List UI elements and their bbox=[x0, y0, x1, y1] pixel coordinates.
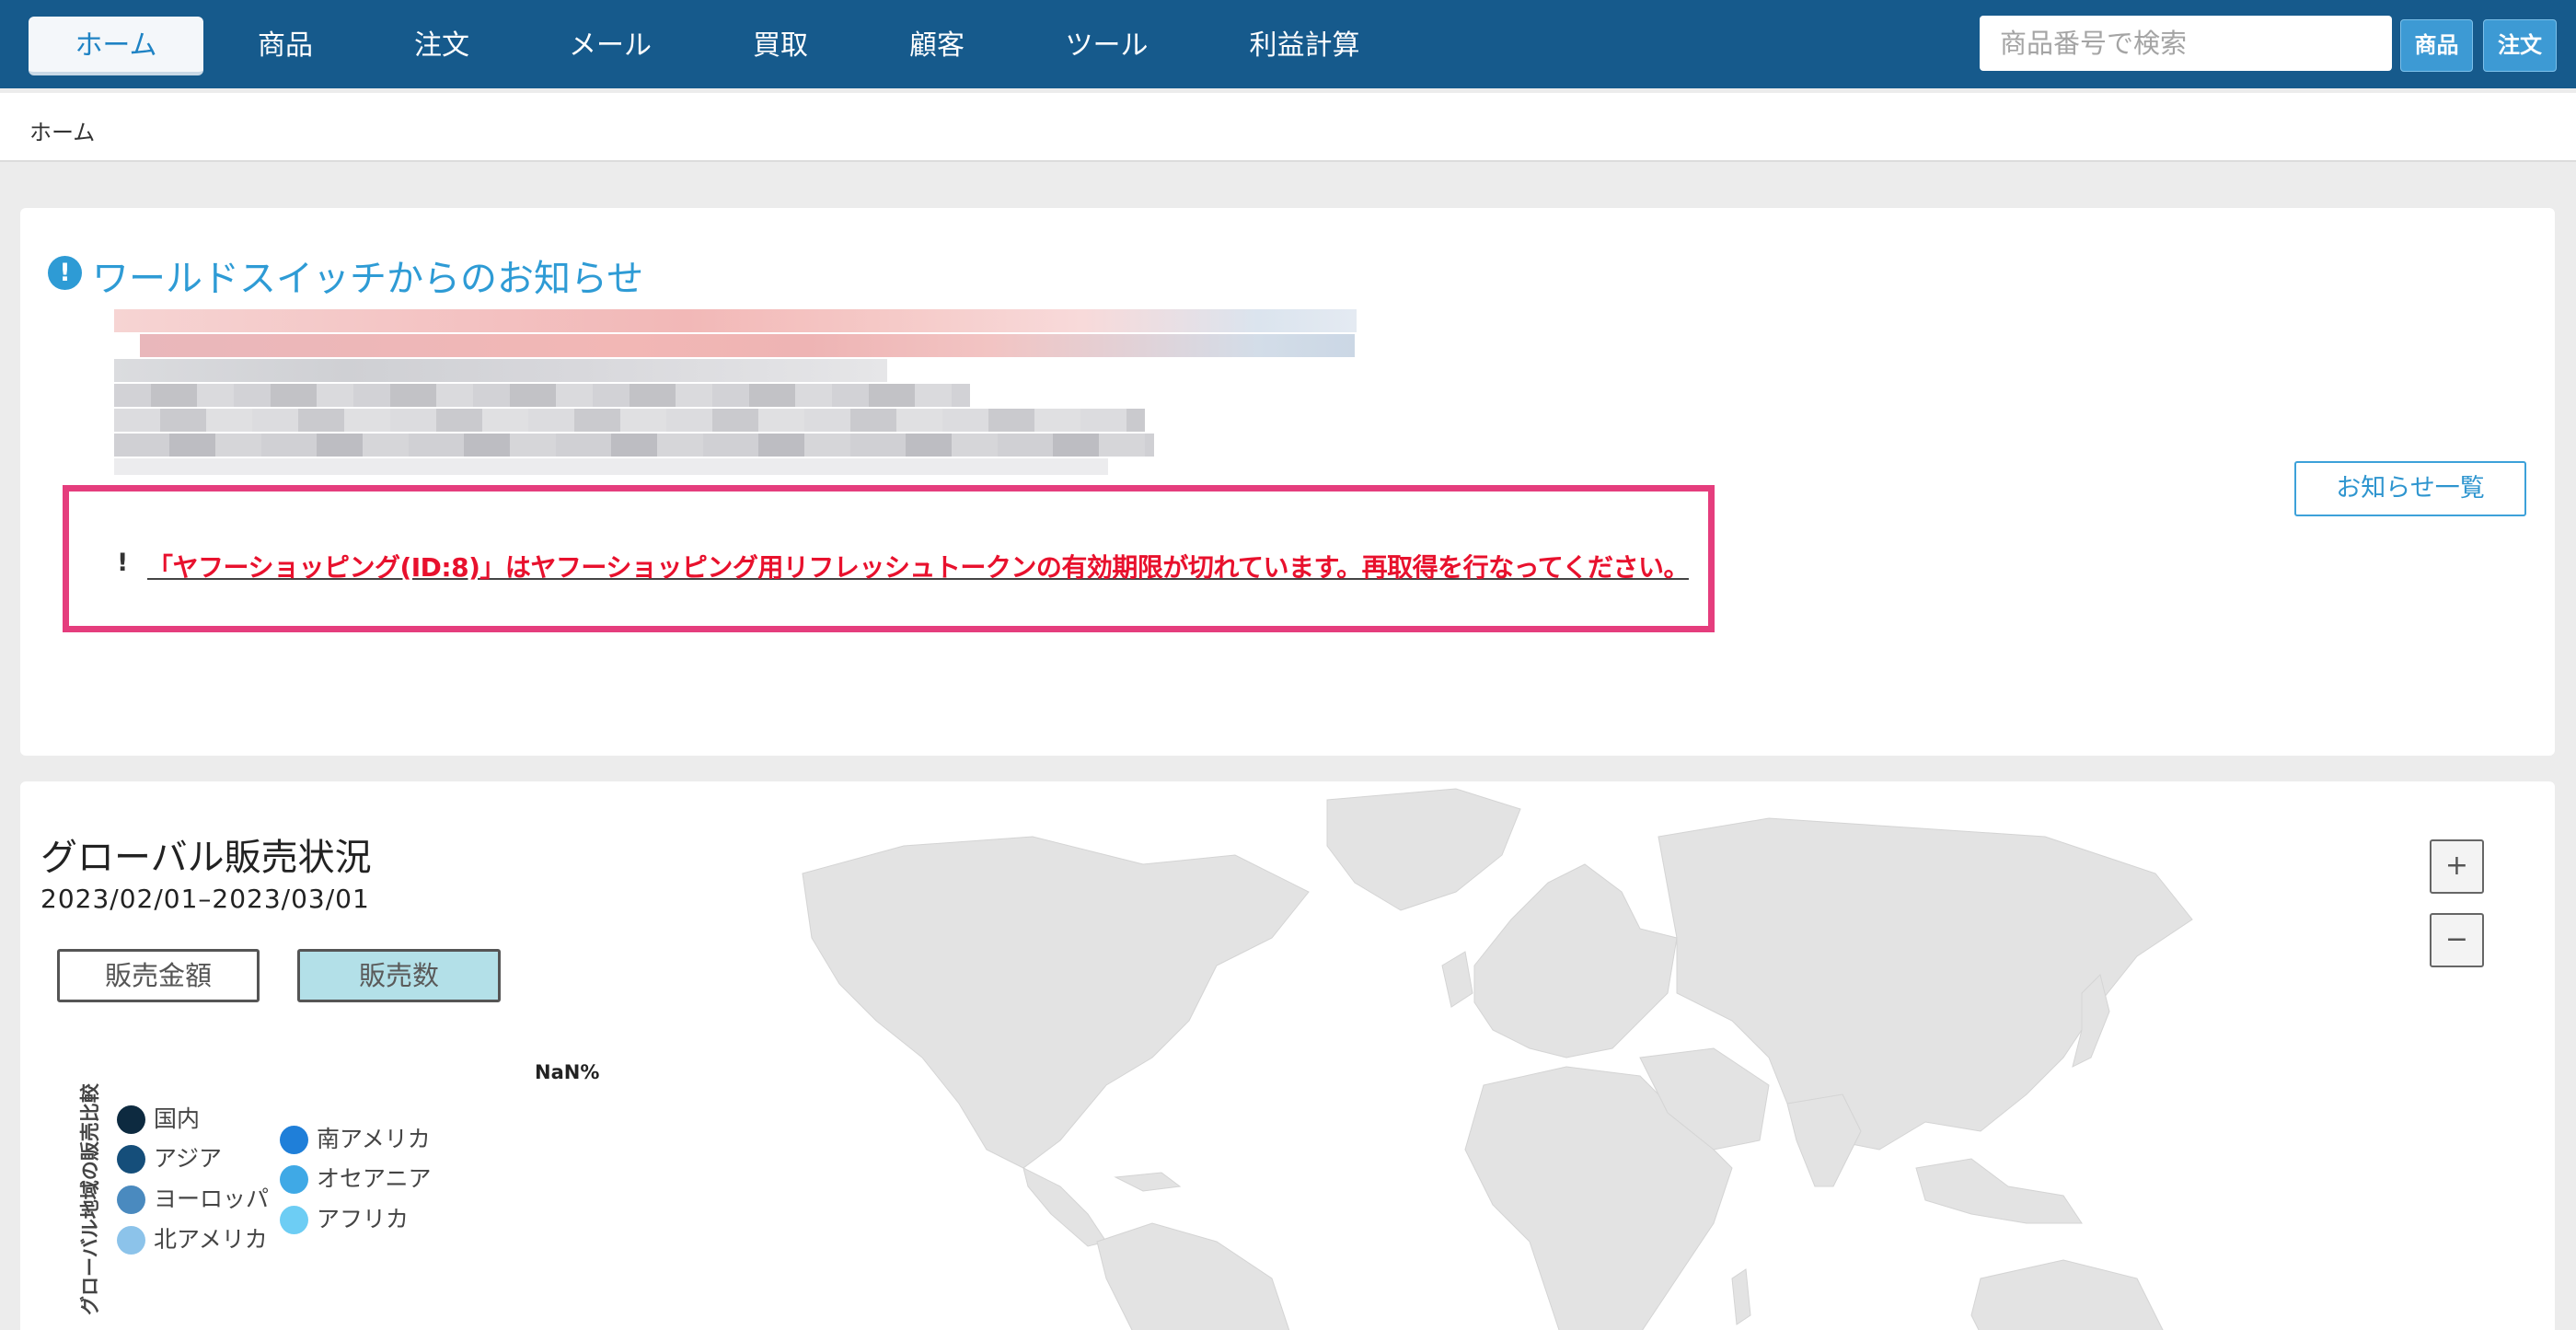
zoom-in-button[interactable]: + bbox=[2430, 839, 2484, 894]
donut-percentage-label: NaN% bbox=[535, 1061, 600, 1083]
product-number-search-input[interactable] bbox=[1980, 16, 2392, 71]
global-sales-panel: グローバル販売状況 2023/02/01–2023/03/01 販売金額 販売数… bbox=[20, 781, 2555, 1330]
notice-title: ワールドスイッチからのお知らせ bbox=[92, 258, 644, 300]
legend-item-africa: アフリカ bbox=[280, 1204, 409, 1235]
notice-panel: ! ワールドスイッチからのお知らせ お知らせ一覧 ! 「ヤフーショッピング(ID… bbox=[20, 208, 2555, 756]
top-navigation-bar: ホーム 商品 注文 メール 買取 顧客 ツール 利益計算 商品 注文 bbox=[0, 0, 2576, 88]
breadcrumb: ホーム bbox=[29, 120, 96, 145]
global-sales-title: グローバル販売状況 bbox=[40, 837, 372, 879]
map-region-uk bbox=[1441, 951, 1473, 1008]
map-region-south-america bbox=[1096, 1222, 1290, 1330]
breadcrumb-bar: ホーム bbox=[0, 93, 2576, 162]
sales-period: 2023/02/01–2023/03/01 bbox=[40, 884, 370, 914]
nav-tab-orders[interactable]: 注文 bbox=[387, 17, 497, 75]
legend-item-europe: ヨーロッパ bbox=[117, 1184, 269, 1215]
legend-item-south-america: 南アメリカ bbox=[280, 1124, 431, 1155]
nav-tab-profit-calc[interactable]: 利益計算 bbox=[1219, 17, 1390, 75]
legend-dot bbox=[280, 1165, 308, 1194]
map-region-north-america bbox=[802, 836, 1310, 1169]
nav-tab-purchase[interactable]: 買取 bbox=[725, 17, 836, 75]
nav-tab-products[interactable]: 商品 bbox=[230, 17, 341, 75]
notice-list-button[interactable]: お知らせ一覧 bbox=[2294, 461, 2526, 516]
token-expiry-warning-link[interactable]: 「ヤフーショッピング(ID:8)」はヤフーショッピング用リフレッシュトークンの有… bbox=[147, 548, 1689, 584]
legend-dot bbox=[117, 1105, 145, 1134]
legend-item-oceania: オセアニア bbox=[280, 1163, 432, 1195]
map-region-greenland bbox=[1326, 788, 1521, 911]
legend-dot bbox=[117, 1145, 145, 1174]
legend-dot bbox=[280, 1206, 308, 1234]
map-region-australia bbox=[1970, 1259, 2164, 1330]
world-map[interactable] bbox=[757, 781, 2229, 1330]
legend-dot bbox=[117, 1226, 145, 1255]
map-region-southeast-asia bbox=[1915, 1158, 2083, 1224]
map-region-caribbean bbox=[1114, 1172, 1182, 1192]
legend-item-north-america: 北アメリカ bbox=[117, 1224, 268, 1255]
search-product-button[interactable]: 商品 bbox=[2400, 19, 2473, 72]
nav-tab-mail[interactable]: メール bbox=[541, 17, 679, 75]
sales-amount-toggle[interactable]: 販売金額 bbox=[57, 949, 260, 1002]
map-region-central-america bbox=[1022, 1167, 1107, 1247]
legend-dot bbox=[280, 1126, 308, 1154]
legend-item-asia: アジア bbox=[117, 1143, 222, 1174]
search-order-button[interactable]: 注文 bbox=[2483, 19, 2557, 72]
map-region-europe bbox=[1473, 863, 1678, 1058]
nav-tab-customers[interactable]: 顧客 bbox=[882, 17, 992, 75]
region-comparison-axis-label: グローバル地域の販売比較 bbox=[79, 1083, 101, 1315]
nav-tab-tools[interactable]: ツール bbox=[1040, 17, 1173, 75]
redacted-notice-content bbox=[114, 307, 1357, 501]
legend-item-domestic: 国内 bbox=[117, 1104, 200, 1135]
token-expiry-warning-box: ! 「ヤフーショッピング(ID:8)」はヤフーショッピング用リフレッシュトークン… bbox=[63, 485, 1715, 632]
warning-marker: ! bbox=[117, 549, 129, 577]
exclamation-circle-icon: ! bbox=[48, 256, 82, 290]
legend-dot bbox=[117, 1185, 145, 1214]
map-region-madagascar bbox=[1731, 1268, 1751, 1325]
zoom-out-button[interactable]: − bbox=[2430, 913, 2484, 967]
nav-tab-home[interactable]: ホーム bbox=[29, 17, 203, 75]
map-region-india bbox=[1786, 1093, 1862, 1187]
sales-count-toggle[interactable]: 販売数 bbox=[297, 949, 501, 1002]
